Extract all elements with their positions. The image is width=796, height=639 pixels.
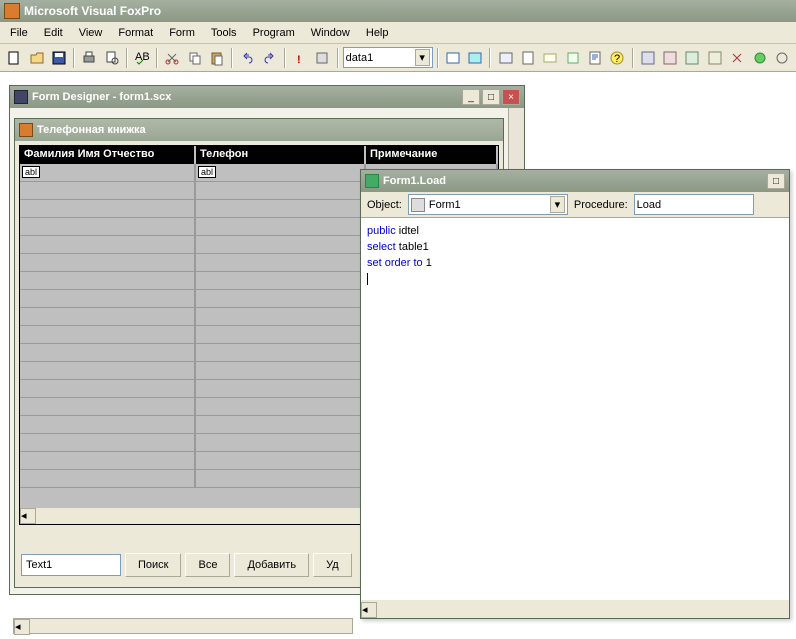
menu-help[interactable]: Help <box>358 25 397 41</box>
cut-button[interactable] <box>162 47 182 69</box>
search-button[interactable]: Поиск <box>125 553 181 577</box>
open-button[interactable] <box>26 47 46 69</box>
object-combo-input[interactable] <box>429 199 550 211</box>
text1-input[interactable] <box>21 554 121 576</box>
code-editor[interactable]: public idtel select table1 set order to … <box>361 218 789 600</box>
grid-col-phone[interactable]: Телефон <box>196 146 366 164</box>
grid-col-note[interactable]: Примечание <box>366 146 498 164</box>
procedure-combo-input[interactable] <box>637 199 751 211</box>
form-button[interactable] <box>495 47 515 69</box>
command-window-button[interactable] <box>443 47 463 69</box>
help-button[interactable]: ? <box>607 47 627 69</box>
menubar: File Edit View Format Form Tools Program… <box>0 22 796 44</box>
menu-edit[interactable]: Edit <box>36 25 71 41</box>
menu-view[interactable]: View <box>71 25 111 41</box>
delete-button[interactable]: Уд <box>313 553 352 577</box>
object-label: Object: <box>367 199 402 211</box>
menu-format[interactable]: Format <box>110 25 161 41</box>
mdi-client: Form Designer - form1.scx _ □ × Телефонн… <box>0 72 796 639</box>
print-preview-button[interactable] <box>101 47 121 69</box>
form-designer-icon <box>14 90 28 104</box>
chevron-down-icon[interactable]: ▾ <box>415 49 430 66</box>
undo-button[interactable] <box>237 47 257 69</box>
field-marker[interactable]: abl <box>22 166 40 178</box>
scroll-left-icon[interactable]: ◂ <box>361 602 377 618</box>
code-window-icon <box>365 174 379 188</box>
menu-file[interactable]: File <box>2 25 36 41</box>
procedure-label: Procedure: <box>574 199 628 211</box>
scroll-left-icon[interactable]: ◂ <box>20 508 36 524</box>
save-button[interactable] <box>49 47 69 69</box>
paste-button[interactable] <box>207 47 227 69</box>
class-button[interactable] <box>562 47 582 69</box>
svg-text:!: ! <box>297 54 301 66</box>
add-button[interactable]: Добавить <box>234 553 309 577</box>
new-button[interactable] <box>4 47 24 69</box>
tb-btn-c[interactable] <box>682 47 702 69</box>
text-cursor-icon <box>367 273 368 285</box>
menu-tools[interactable]: Tools <box>203 25 245 41</box>
form-designer-title: Form Designer - form1.scx <box>32 91 458 103</box>
grid-header: Фамилия Имя Отчество Телефон Примечание <box>20 146 498 164</box>
print-button[interactable] <box>79 47 99 69</box>
all-button[interactable]: Все <box>185 553 230 577</box>
database-combo-input[interactable] <box>346 52 415 64</box>
menu-form[interactable]: Form <box>161 25 203 41</box>
form-designer-titlebar[interactable]: Form Designer - form1.scx _ □ × <box>10 86 524 108</box>
object-combo[interactable]: ▾ <box>408 194 568 215</box>
redo-button[interactable] <box>260 47 280 69</box>
data-session-button[interactable] <box>465 47 485 69</box>
toolbar: ABC ! ▾ ? <box>0 44 796 72</box>
scroll-left-icon[interactable]: ◂ <box>14 619 30 635</box>
field-marker[interactable]: abl <box>198 166 216 178</box>
background-scrollbar[interactable]: ◂ <box>13 618 353 634</box>
maximize-button[interactable]: □ <box>482 89 500 105</box>
copy-button[interactable] <box>185 47 205 69</box>
run-button[interactable]: ! <box>290 47 310 69</box>
inner-form-title: Телефонная книжка <box>37 124 146 136</box>
menu-program[interactable]: Program <box>245 25 303 41</box>
modify-button[interactable] <box>312 47 332 69</box>
app-title: Microsoft Visual FoxPro <box>24 4 161 18</box>
foxpro-icon <box>4 3 20 19</box>
chevron-down-icon[interactable]: ▾ <box>550 196 565 213</box>
maximize-button[interactable]: □ <box>767 173 785 189</box>
minimize-button[interactable]: _ <box>462 89 480 105</box>
foxpro-icon <box>19 123 33 137</box>
tb-btn-d[interactable] <box>705 47 725 69</box>
code-window-title: Form1.Load <box>383 175 763 187</box>
tb-btn-g[interactable] <box>772 47 792 69</box>
tb-btn-e[interactable] <box>727 47 747 69</box>
form-icon <box>411 198 425 212</box>
grid-col-fio[interactable]: Фамилия Имя Отчество <box>20 146 196 164</box>
program-button[interactable] <box>585 47 605 69</box>
inner-form-titlebar[interactable]: Телефонная книжка <box>15 119 503 141</box>
database-combo[interactable]: ▾ <box>343 47 433 68</box>
code-horizontal-scrollbar[interactable]: ◂ <box>361 602 789 618</box>
code-window: Form1.Load □ Object: ▾ Procedure: public… <box>360 169 790 619</box>
bottom-controls: Поиск Все Добавить Уд <box>21 553 352 577</box>
code-toolbar: Object: ▾ Procedure: <box>361 192 789 218</box>
tb-btn-a[interactable] <box>638 47 658 69</box>
report-button[interactable] <box>518 47 538 69</box>
label-button[interactable] <box>540 47 560 69</box>
tb-btn-b[interactable] <box>660 47 680 69</box>
code-window-titlebar[interactable]: Form1.Load □ <box>361 170 789 192</box>
svg-text:?: ? <box>614 53 620 65</box>
menu-window[interactable]: Window <box>303 25 358 41</box>
close-button[interactable]: × <box>502 89 520 105</box>
spell-button[interactable]: ABC <box>132 47 152 69</box>
tb-btn-f[interactable] <box>749 47 769 69</box>
procedure-combo[interactable] <box>634 194 754 215</box>
app-titlebar: Microsoft Visual FoxPro <box>0 0 796 22</box>
